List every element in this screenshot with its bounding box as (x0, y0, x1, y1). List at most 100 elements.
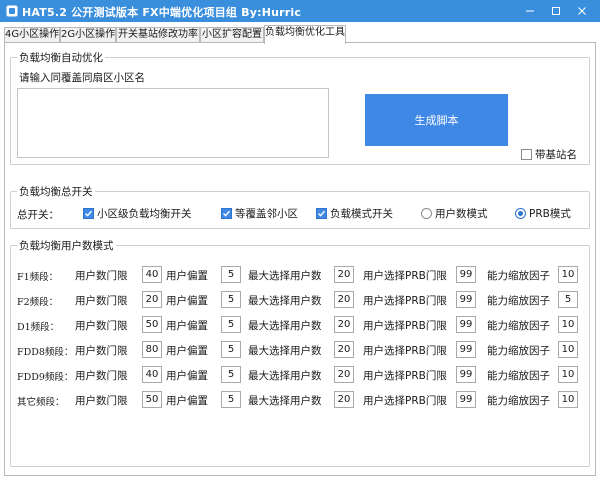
col-scale-factor-label: 能力缩放因子 (487, 395, 550, 407)
user-offset-input[interactable] (221, 291, 241, 308)
scale-factor-input[interactable] (558, 266, 578, 283)
prb-threshold-input[interactable] (456, 316, 476, 333)
col-user-offset-label: 用户偏置 (166, 345, 208, 357)
cell-name-textarea[interactable] (17, 88, 329, 158)
col-scale-factor-label: 能力缩放因子 (487, 320, 550, 332)
title-bar: HAT5.2 公开测试版本 FX中端优化项目组 By:Hurric (0, 0, 600, 22)
max-users-input[interactable] (334, 291, 354, 308)
col-user-offset-label: 用户偏置 (166, 295, 208, 307)
scale-factor-input[interactable] (558, 366, 578, 383)
col-user-offset-label: 用户偏置 (166, 395, 208, 407)
minimize-button[interactable] (516, 0, 544, 22)
master-switch-label: 总开关： (17, 209, 59, 221)
max-users-input[interactable] (334, 391, 354, 408)
col-user-threshold-label: 用户数门限 (75, 320, 128, 332)
prb-threshold-input[interactable] (456, 366, 476, 383)
tab-site-power[interactable]: 开关基站修改功率 (116, 27, 200, 43)
user-threshold-input[interactable] (142, 341, 162, 358)
maximize-icon (552, 7, 560, 15)
user-count-mode-radio[interactable]: 用户数模式 (421, 206, 488, 221)
group-master-switch-title: 负载均衡总开关 (17, 184, 95, 199)
col-prb-threshold-label: 用户选择PRB门限 (363, 320, 447, 332)
col-max-users-label: 最大选择用户数 (248, 320, 322, 332)
app-icon (6, 5, 18, 17)
cell-name-input-label: 请输入同覆盖同扇区小区名 (19, 72, 145, 84)
band-label: F2频段： (17, 297, 59, 308)
prb-threshold-input[interactable] (456, 266, 476, 283)
col-prb-threshold-label: 用户选择PRB门限 (363, 395, 447, 407)
tab-4g-cell[interactable]: 4G小区操作 (4, 27, 60, 43)
group-user-count-mode: 负载均衡用户数模式 F1频段： 用户数门限 用户偏置 最大选择用户数 用户选择P… (10, 238, 590, 467)
user-offset-input[interactable] (221, 341, 241, 358)
user-offset-input[interactable] (221, 366, 241, 383)
scale-factor-input[interactable] (558, 341, 578, 358)
col-prb-threshold-label: 用户选择PRB门限 (363, 345, 447, 357)
user-offset-input[interactable] (221, 391, 241, 408)
scale-factor-input[interactable] (558, 316, 578, 333)
scale-factor-input[interactable] (558, 291, 578, 308)
col-max-users-label: 最大选择用户数 (248, 270, 322, 282)
col-max-users-label: 最大选择用户数 (248, 370, 322, 382)
band-label: D1频段： (17, 322, 60, 333)
window-title: HAT5.2 公开测试版本 FX中端优化项目组 By:Hurric (22, 6, 302, 19)
radio-selected-icon (515, 208, 526, 219)
col-prb-threshold-label: 用户选择PRB门限 (363, 295, 447, 307)
user-threshold-input[interactable] (142, 266, 162, 283)
checkbox-unchecked-icon (521, 149, 532, 160)
group-auto-optimization-title: 负载均衡自动优化 (17, 50, 105, 65)
close-icon (578, 7, 586, 15)
user-offset-input[interactable] (221, 266, 241, 283)
user-offset-input[interactable] (221, 316, 241, 333)
band-label: FDD9频段： (17, 372, 74, 383)
tab-load-balance[interactable]: 负载均衡优化工具 (264, 25, 346, 44)
col-max-users-label: 最大选择用户数 (248, 395, 322, 407)
checkbox-checked-icon (83, 208, 94, 219)
user-threshold-input[interactable] (142, 291, 162, 308)
max-users-input[interactable] (334, 366, 354, 383)
group-user-count-mode-title: 负载均衡用户数模式 (17, 238, 116, 253)
scale-factor-input[interactable] (558, 391, 578, 408)
with-site-name-checkbox[interactable]: 带基站名 (521, 147, 577, 162)
col-prb-threshold-label: 用户选择PRB门限 (363, 270, 447, 282)
close-button[interactable] (568, 0, 596, 22)
col-scale-factor-label: 能力缩放因子 (487, 270, 550, 282)
checkbox-checked-icon (316, 208, 327, 219)
generate-script-button[interactable]: 生成脚本 (365, 94, 508, 146)
user-threshold-input[interactable] (142, 391, 162, 408)
tab-cell-expansion[interactable]: 小区扩容配置 (200, 27, 264, 43)
col-user-offset-label: 用户偏置 (166, 320, 208, 332)
col-user-offset-label: 用户偏置 (166, 370, 208, 382)
max-users-input[interactable] (334, 266, 354, 283)
group-auto-optimization: 负载均衡自动优化 请输入同覆盖同扇区小区名 生成脚本 带基站名 (10, 50, 590, 165)
band-label: F1频段： (17, 272, 59, 283)
checkbox-checked-icon (221, 208, 232, 219)
prb-threshold-input[interactable] (456, 391, 476, 408)
load-mode-checkbox[interactable]: 负载模式开关 (316, 206, 393, 221)
col-user-threshold-label: 用户数门限 (75, 370, 128, 382)
prb-threshold-input[interactable] (456, 291, 476, 308)
col-user-threshold-label: 用户数门限 (75, 270, 128, 282)
col-scale-factor-label: 能力缩放因子 (487, 345, 550, 357)
col-user-threshold-label: 用户数门限 (75, 395, 128, 407)
col-max-users-label: 最大选择用户数 (248, 295, 322, 307)
equal-coverage-checkbox[interactable]: 等覆盖邻小区 (221, 206, 298, 221)
cell-level-balance-checkbox[interactable]: 小区级负载均衡开关 (83, 206, 192, 221)
tab-panel-load-balance: 负载均衡自动优化 请输入同覆盖同扇区小区名 生成脚本 带基站名 负载均衡总开关 … (4, 42, 596, 476)
col-max-users-label: 最大选择用户数 (248, 345, 322, 357)
prb-threshold-input[interactable] (456, 341, 476, 358)
max-users-input[interactable] (334, 316, 354, 333)
maximize-button[interactable] (542, 0, 570, 22)
radio-unselected-icon (421, 208, 432, 219)
minimize-icon (526, 10, 534, 12)
tab-2g-cell[interactable]: 2G小区操作 (60, 27, 116, 43)
col-user-offset-label: 用户偏置 (166, 270, 208, 282)
col-scale-factor-label: 能力缩放因子 (487, 370, 550, 382)
prb-mode-radio[interactable]: PRB模式 (515, 206, 571, 221)
user-threshold-input[interactable] (142, 366, 162, 383)
user-threshold-input[interactable] (142, 316, 162, 333)
band-label: 其它频段： (17, 397, 65, 408)
max-users-input[interactable] (334, 341, 354, 358)
col-prb-threshold-label: 用户选择PRB门限 (363, 370, 447, 382)
band-label: FDD8频段： (17, 347, 74, 358)
col-user-threshold-label: 用户数门限 (75, 345, 128, 357)
